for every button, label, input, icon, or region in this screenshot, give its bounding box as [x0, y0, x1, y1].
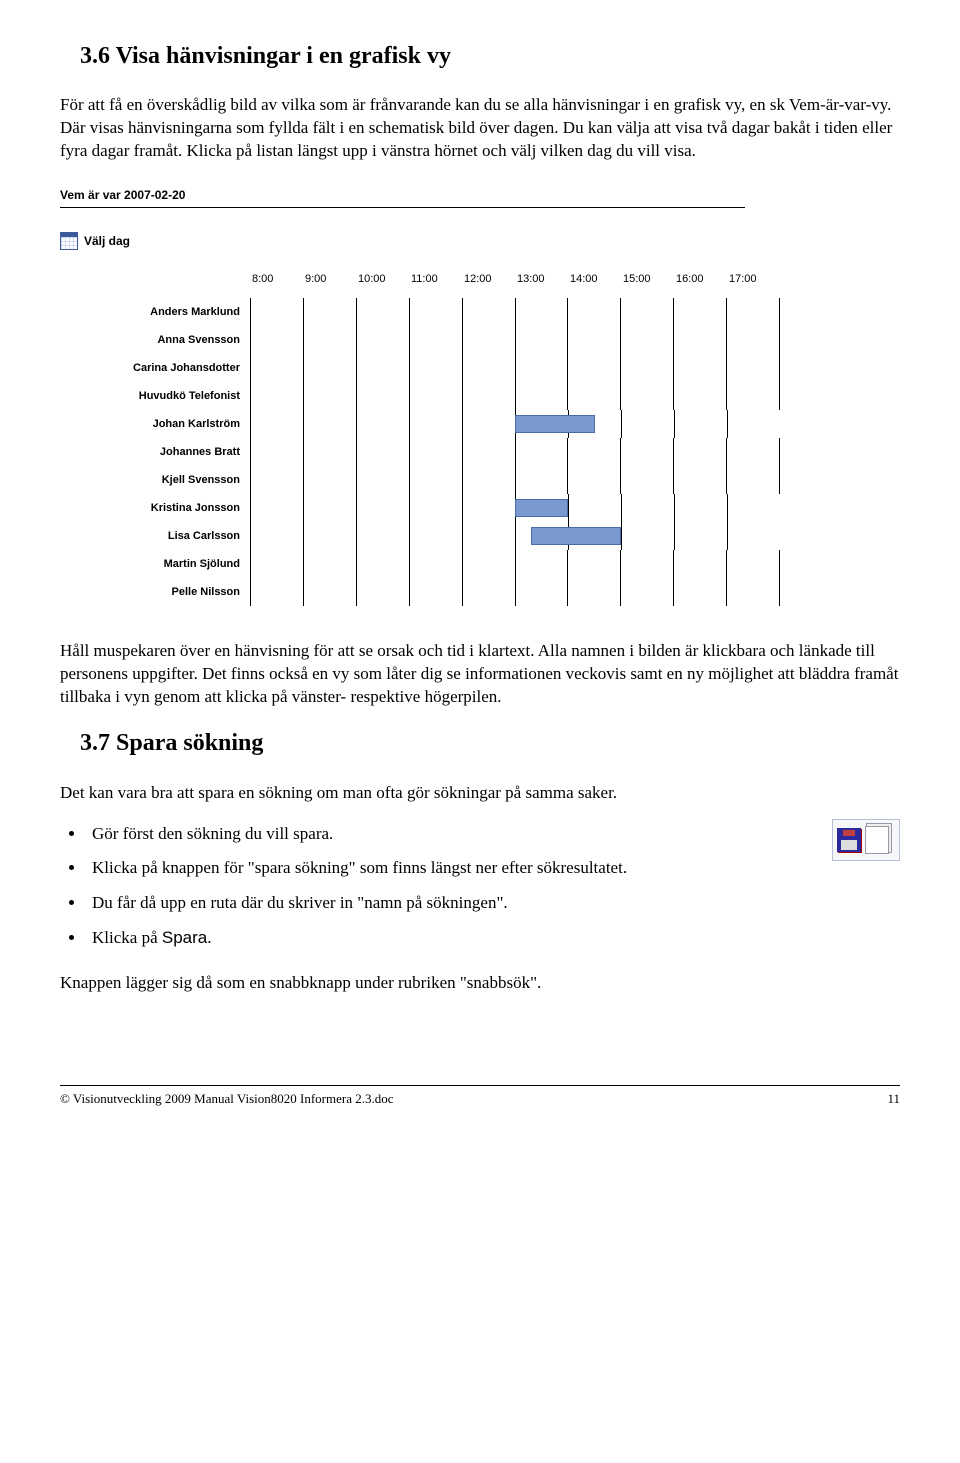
paragraph-3-7-intro: Det kan vara bra att spara en sökning om… [60, 782, 900, 805]
heading-3-7: 3.7 Spara sökning [60, 727, 900, 759]
gantt-row [250, 326, 780, 354]
floppy-disk-icon [837, 828, 861, 852]
time-tick: 17:00 [727, 272, 780, 298]
gantt-row [250, 494, 780, 522]
absence-bar[interactable] [515, 499, 568, 517]
chart-title: Vem är var 2007-02-20 [60, 187, 745, 208]
person-name[interactable]: Anders Marklund [60, 298, 250, 326]
gantt-row [250, 522, 780, 550]
person-name[interactable]: Carina Johansdotter [60, 354, 250, 382]
absence-bar[interactable] [515, 415, 595, 433]
person-name[interactable]: Kristina Jonsson [60, 494, 250, 522]
time-tick: 12:00 [462, 272, 515, 298]
calendar-icon [60, 232, 78, 250]
gantt-row [250, 578, 780, 606]
gantt-row [250, 298, 780, 326]
bullet-item: Klicka på Spara. [86, 927, 900, 950]
person-name[interactable]: Johan Karlström [60, 410, 250, 438]
bullet-item: Du får då upp en ruta där du skriver in … [86, 892, 900, 915]
time-tick: 8:00 [250, 272, 303, 298]
document-stack-icon [865, 826, 889, 854]
gantt-row [250, 550, 780, 578]
gantt-row [250, 438, 780, 466]
time-tick: 13:00 [515, 272, 568, 298]
gantt-row [250, 410, 780, 438]
footer-left: © Visionutveckling 2009 Manual Vision802… [60, 1090, 394, 1108]
bullet-item: Gör först den sökning du vill spara. [86, 823, 900, 846]
paragraph-3-6-after: Håll muspekaren över en hänvisning för a… [60, 640, 900, 709]
time-tick: 15:00 [621, 272, 674, 298]
person-name[interactable]: Pelle Nilsson [60, 578, 250, 606]
absence-bar[interactable] [531, 527, 621, 545]
gantt-row [250, 382, 780, 410]
gantt-row [250, 354, 780, 382]
time-tick: 16:00 [674, 272, 727, 298]
person-name[interactable]: Anna Svensson [60, 326, 250, 354]
gantt-name-column: Anders MarklundAnna SvenssonCarina Johan… [60, 272, 250, 606]
person-name[interactable]: Martin Sjölund [60, 550, 250, 578]
save-search-steps: Gör först den sökning du vill spara. Klic… [60, 823, 900, 951]
save-search-icon-box [832, 819, 900, 861]
paragraph-3-7-closing: Knappen lägger sig då som en snabbknapp … [60, 972, 900, 995]
select-day-control[interactable]: Välj dag [60, 232, 900, 250]
bullet-item: Klicka på knappen för "spara sökning" so… [86, 857, 900, 880]
gantt-row [250, 466, 780, 494]
time-tick: 14:00 [568, 272, 621, 298]
paragraph-3-6-intro: För att få en överskådlig bild av vilka … [60, 94, 900, 163]
gantt-time-grid: 8:009:0010:0011:0012:0013:0014:0015:0016… [250, 272, 780, 606]
person-name[interactable]: Johannes Bratt [60, 438, 250, 466]
select-day-label: Välj dag [84, 233, 130, 249]
person-name[interactable]: Huvudkö Telefonist [60, 382, 250, 410]
gantt-time-header: 8:009:0010:0011:0012:0013:0014:0015:0016… [250, 272, 780, 298]
page-footer: © Visionutveckling 2009 Manual Vision802… [60, 1085, 900, 1108]
time-tick: 11:00 [409, 272, 462, 298]
time-tick: 10:00 [356, 272, 409, 298]
person-name[interactable]: Lisa Carlsson [60, 522, 250, 550]
time-tick: 9:00 [303, 272, 356, 298]
person-name[interactable]: Kjell Svensson [60, 466, 250, 494]
footer-page-number: 11 [887, 1090, 900, 1108]
heading-3-6: 3.6 Visa hänvisningar i en grafisk vy [60, 40, 900, 72]
vem-ar-var-chart: Vem är var 2007-02-20 Välj dag Anders Ma… [60, 187, 900, 606]
gantt-grid: Anders MarklundAnna SvenssonCarina Johan… [60, 272, 780, 606]
